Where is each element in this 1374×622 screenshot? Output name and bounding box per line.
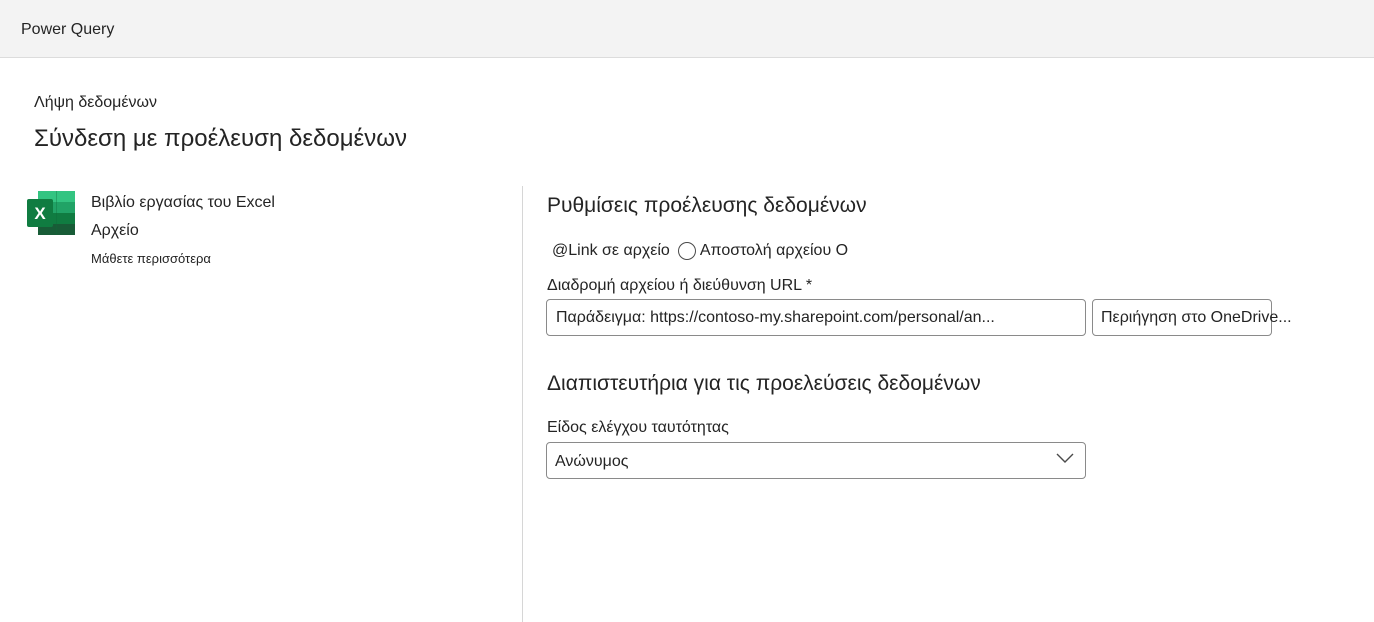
page-title: Σύνδεση με προέλευση δεδομένων — [34, 125, 407, 152]
learn-more-link[interactable]: Μάθετε περισσότερα — [91, 251, 211, 266]
auth-kind-label: Είδος ελέγχου ταυτότητας — [547, 419, 729, 436]
connector-name: Βιβλίο εργασίας του Excel — [91, 194, 275, 211]
panel-divider — [522, 186, 523, 622]
excel-icon: X — [26, 191, 76, 235]
connector-category: Αρχείο — [91, 222, 139, 239]
chevron-down-icon — [1056, 453, 1074, 463]
browse-onedrive-button[interactable]: Περιήγηση στο OneDrive... — [1092, 299, 1292, 336]
link-to-file-option[interactable]: @Link σε αρχείο — [552, 242, 670, 260]
upload-file-radio[interactable] — [677, 242, 696, 260]
source-option-group: @Link σε αρχείο Αποστολή αρχείου O — [552, 240, 848, 262]
svg-text:X: X — [34, 204, 46, 223]
file-path-input[interactable] — [546, 299, 1086, 336]
file-path-label: Διαδρομή αρχείου ή διεύθυνση URL * — [547, 277, 813, 294]
link-to-file-label: @Link σε αρχείο — [552, 242, 670, 259]
upload-file-label: Αποστολή αρχείου O — [699, 242, 849, 259]
auth-kind-value: Ανώνυμος — [555, 453, 629, 470]
credentials-title: Διαπιστευτήρια για τις προελεύσεις δεδομ… — [547, 372, 981, 395]
upload-file-option[interactable]: Αποστολή αρχείου O — [670, 242, 848, 260]
breadcrumb: Λήψη δεδομένων — [34, 94, 158, 111]
app-title: Power Query — [21, 21, 115, 38]
data-source-settings-title: Ρυθμίσεις προέλευσης δεδομένων — [547, 194, 867, 217]
auth-kind-dropdown[interactable]: Ανώνυμος — [546, 442, 1086, 479]
title-bar: Power Query — [0, 0, 1374, 58]
